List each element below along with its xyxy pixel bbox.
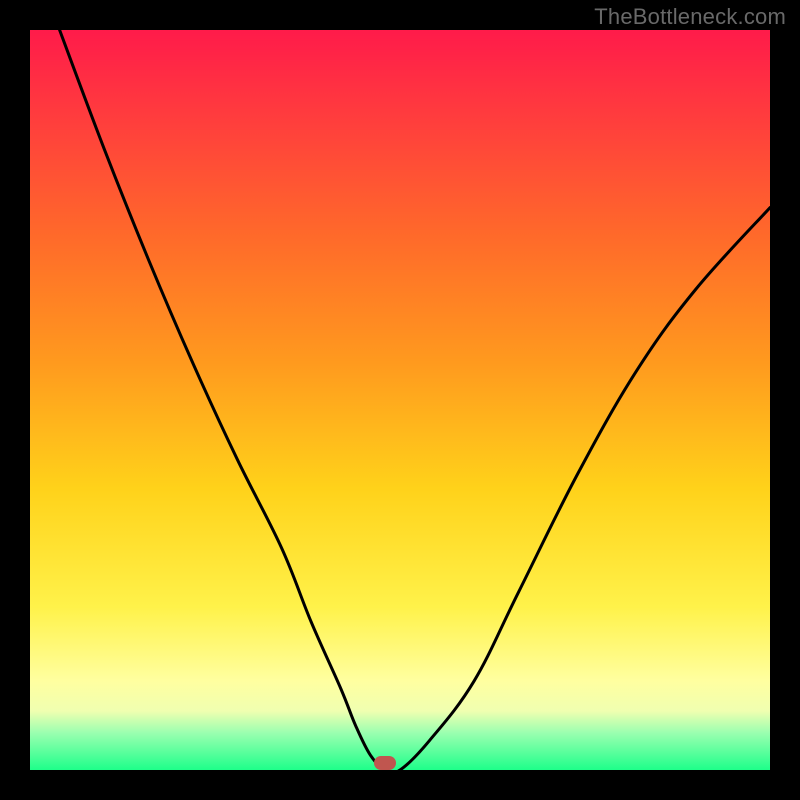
watermark-text: TheBottleneck.com	[594, 4, 786, 30]
optimum-marker	[374, 756, 396, 770]
chart-frame: TheBottleneck.com	[0, 0, 800, 800]
plot-area	[30, 30, 770, 770]
bottleneck-curve	[30, 30, 770, 770]
